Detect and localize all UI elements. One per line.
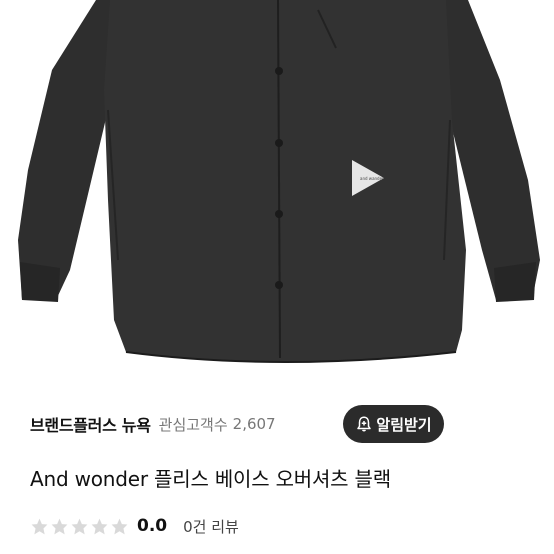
store-info-row: 브랜드플러스 뉴욕 관심고객수 2,607 알림받기 xyxy=(30,405,530,443)
star-icon xyxy=(91,518,108,534)
product-title: And wonder 플리스 베이스 오버셔츠 블랙 xyxy=(30,467,391,491)
shirt-illustration: and wander xyxy=(18,0,540,363)
star-rating xyxy=(30,517,129,536)
rating-score: 0.0 xyxy=(137,516,168,536)
star-icon xyxy=(71,518,88,534)
star-icon xyxy=(51,518,68,534)
favorite-count: 2,607 xyxy=(232,415,276,433)
store-name[interactable]: 브랜드플러스 뉴욕 xyxy=(30,412,151,436)
alert-button-label: 알림받기 xyxy=(376,415,432,434)
star-icon xyxy=(111,518,128,534)
bell-plus-icon xyxy=(357,416,372,432)
review-count[interactable]: 0건 리뷰 xyxy=(183,516,239,537)
product-image[interactable]: and wander xyxy=(0,0,554,392)
alert-subscribe-button[interactable]: 알림받기 xyxy=(343,405,444,443)
favorite-label: 관심고객수 xyxy=(158,415,228,434)
svg-text:and wander: and wander xyxy=(360,176,384,181)
rating-row[interactable]: 0.0 0건 리뷰 xyxy=(30,513,239,539)
star-icon xyxy=(31,518,48,534)
